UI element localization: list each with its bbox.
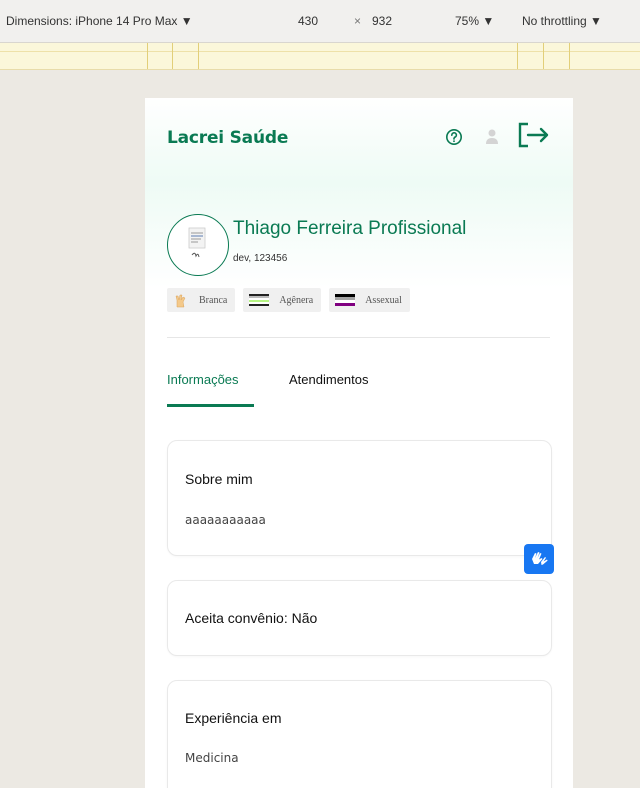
- identity-tags: Branca Agênera Assexual: [167, 288, 410, 312]
- accessibility-button[interactable]: [524, 544, 554, 574]
- user-icon[interactable]: [485, 128, 499, 150]
- card-title: Experiência em: [185, 710, 282, 726]
- media-query-ruler[interactable]: [0, 43, 640, 70]
- avatar: [167, 214, 229, 276]
- card-text: Medicina: [185, 751, 239, 765]
- profile-name: Thiago Ferreira Profissional: [233, 218, 467, 239]
- app-header: Lacrei Saúde: [145, 98, 573, 178]
- viewport-height-input[interactable]: 932: [372, 14, 392, 28]
- card-title: Aceita convênio: Não: [185, 610, 318, 626]
- throttling-dropdown[interactable]: No throttling ▼: [522, 14, 602, 28]
- insurance-card: Aceita convênio: Não: [167, 580, 552, 656]
- help-icon[interactable]: [445, 128, 463, 150]
- tab-informacoes[interactable]: Informações: [167, 372, 239, 387]
- tag-assexual: Assexual: [329, 288, 410, 312]
- profile-id: dev, 123456: [233, 253, 288, 264]
- viewport-width-input[interactable]: 430: [298, 14, 318, 28]
- zoom-dropdown[interactable]: 75% ▼: [455, 14, 494, 28]
- tag-label: Assexual: [365, 294, 402, 306]
- device-viewport: Lacrei Saúde Thiago Ferreira Profissiona…: [145, 98, 573, 788]
- tag-label: Branca: [199, 294, 228, 306]
- divider: [167, 337, 550, 338]
- asexual-flag-icon: [335, 294, 356, 306]
- about-card: Sobre mim aaaaaaaaaaa: [167, 440, 552, 556]
- device-dimensions-dropdown[interactable]: Dimensions: iPhone 14 Pro Max ▼: [6, 14, 193, 28]
- tab-atendimentos[interactable]: Atendimentos: [289, 372, 369, 387]
- document-icon: [188, 227, 206, 258]
- active-tab-indicator: [167, 404, 254, 407]
- logout-icon[interactable]: [516, 120, 552, 154]
- hand-icon: [173, 294, 189, 308]
- dimension-separator: ×: [354, 14, 362, 28]
- card-text: aaaaaaaaaaa: [185, 513, 266, 527]
- experience-card: Experiência em Medicina: [167, 680, 552, 788]
- tag-label: Agênera: [279, 294, 314, 306]
- agender-flag-icon: [249, 294, 270, 306]
- brand-logo[interactable]: Lacrei Saúde: [167, 128, 288, 148]
- tag-agenera: Agênera: [243, 288, 322, 312]
- tag-branca: Branca: [167, 288, 236, 312]
- card-title: Sobre mim: [185, 471, 253, 487]
- sign-language-icon: [532, 552, 548, 565]
- devtools-device-toolbar: Dimensions: iPhone 14 Pro Max ▼ 430 × 93…: [0, 0, 640, 43]
